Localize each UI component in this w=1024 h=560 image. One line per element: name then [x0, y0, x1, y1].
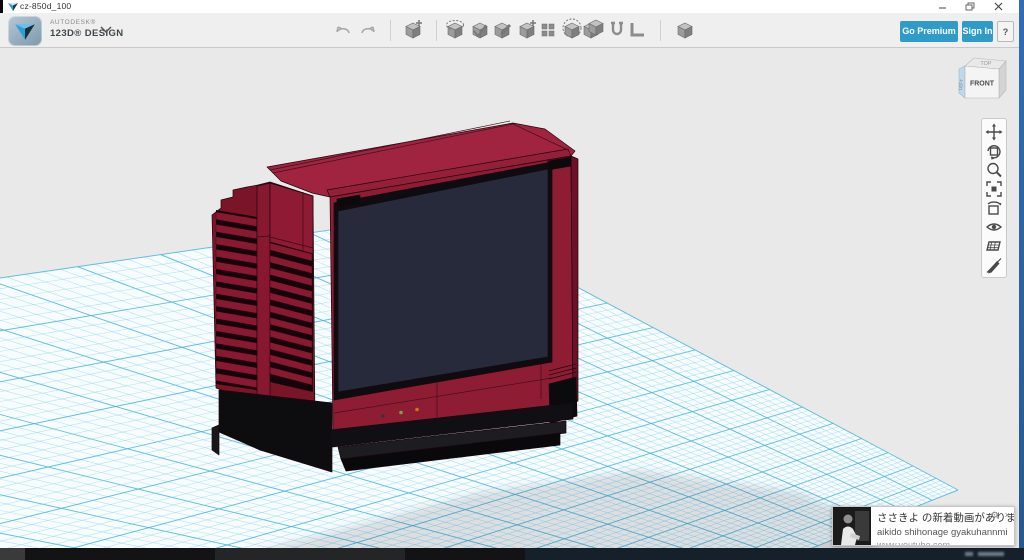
- close-button[interactable]: [987, 0, 1009, 13]
- taskbar-clock: [978, 552, 1004, 556]
- minimize-button[interactable]: [931, 0, 953, 13]
- toolbar-icon-grouping[interactable]: [561, 18, 583, 42]
- toolbar-icon-transform[interactable]: [444, 18, 466, 42]
- toolbar-icon-pattern[interactable]: [537, 18, 559, 42]
- desktop-edge: [1019, 0, 1024, 548]
- sign-in-button[interactable]: Sign In: [962, 21, 993, 42]
- taskbar[interactable]: [0, 548, 1024, 560]
- toolbar-icon-undo: [332, 18, 354, 42]
- toolbar-separator: [390, 20, 391, 41]
- titlebar[interactable]: cz-850d_100: [3, 0, 1019, 13]
- nav-material-icon[interactable]: [982, 236, 1006, 255]
- toolbar-separator: [436, 20, 437, 41]
- toolbar-icon-modify[interactable]: [516, 18, 538, 42]
- notification-close-icon[interactable]: ×: [1005, 509, 1010, 521]
- help-button[interactable]: ?: [997, 21, 1014, 42]
- toolbar-icon-view[interactable]: [674, 18, 696, 42]
- nav-zoom-icon[interactable]: [982, 160, 1006, 179]
- view-cube-top-label: TOP: [980, 61, 992, 67]
- taskbar-start[interactable]: [0, 548, 25, 560]
- screen: cz-850d_100: [0, 0, 1024, 560]
- taskbar-segment[interactable]: [25, 548, 215, 560]
- tv-model[interactable]: [212, 121, 578, 472]
- brand-123d-design: 123D® DESIGN: [50, 29, 124, 39]
- window-title: cz-850d_100: [20, 1, 71, 11]
- notification-settings-icon[interactable]: ⚙: [991, 509, 999, 521]
- toolbar-icon-construct[interactable]: [491, 18, 513, 42]
- autodesk-123d-logo[interactable]: [8, 16, 42, 46]
- toolbar-icon-redo: [357, 18, 379, 42]
- toolbar: AUTODESK® 123D® DESIGN Go Premium Sign I…: [0, 13, 1019, 48]
- app-window: cz-850d_100: [0, 0, 1019, 548]
- menu-chevron-icon[interactable]: [100, 26, 112, 34]
- brand-autodesk: AUTODESK®: [50, 20, 124, 27]
- toolbar-icon-primitives[interactable]: [402, 18, 424, 42]
- navigation-bar: [981, 118, 1007, 278]
- nav-viewbox-icon[interactable]: [982, 198, 1006, 217]
- view-cube[interactable]: TOP LEFT FRONT: [952, 52, 1014, 110]
- viewport-3d[interactable]: TOP LEFT FRONT ささきよ の新着動画があります aikido sh…: [0, 48, 1019, 548]
- nav-fit-icon[interactable]: [982, 179, 1006, 198]
- view-cube-front-label: FRONT: [970, 81, 995, 88]
- restore-button[interactable]: [959, 0, 981, 13]
- taskbar-clock: [965, 552, 973, 556]
- brand-text: AUTODESK® 123D® DESIGN: [50, 16, 124, 38]
- notification-source: www.youtube.com: [877, 540, 1010, 545]
- taskbar-segment[interactable]: [215, 548, 405, 560]
- toolbar-icon-combine[interactable]: [582, 18, 604, 42]
- go-premium-button[interactable]: Go Premium: [900, 21, 958, 42]
- taskbar-tray[interactable]: [525, 548, 1024, 560]
- taskbar-segment[interactable]: [405, 548, 525, 560]
- desktop-corner: [0, 0, 3, 13]
- app-logo-icon: [8, 2, 18, 12]
- nav-pan-icon[interactable]: [982, 122, 1006, 141]
- toolbar-icon-sketch[interactable]: [469, 18, 491, 42]
- toolbar-icon-measure[interactable]: [626, 18, 648, 42]
- nav-orbit-icon[interactable]: [982, 141, 1006, 160]
- notification-subtitle: aikido shihonage gyakuhannmi: [877, 527, 1010, 538]
- toolbar-icon-snap[interactable]: [606, 18, 628, 42]
- notification-thumbnail[interactable]: [833, 507, 871, 545]
- notification-popup[interactable]: ささきよ の新着動画があります aikido shihonage gyakuha…: [832, 506, 1015, 546]
- toolbar-separator: [660, 20, 661, 41]
- nav-visibility-icon[interactable]: [982, 217, 1006, 236]
- nav-edit-icon[interactable]: [982, 255, 1006, 274]
